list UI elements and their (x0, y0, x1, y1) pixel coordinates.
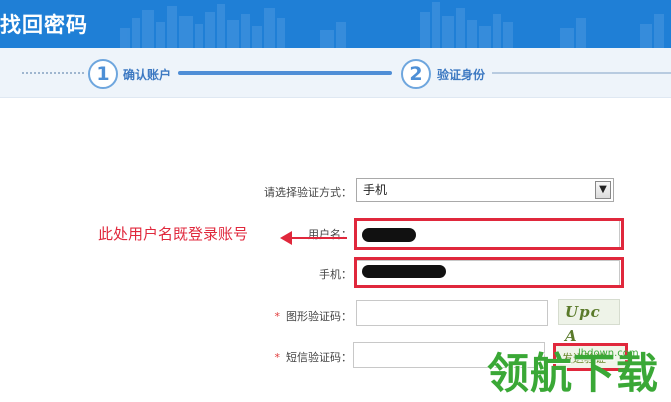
captcha-image[interactable]: Upc A (558, 299, 620, 345)
required-star: * (274, 351, 281, 364)
verify-method-label: 请选择验证方式： (264, 186, 352, 199)
username-redaction (362, 228, 416, 242)
chevron-down-icon[interactable]: ▼ (595, 181, 611, 199)
step-1-label: 确认账户 (123, 68, 172, 82)
watermark-url: lhdown.com (578, 348, 639, 359)
steps-connector-inactive (492, 72, 671, 74)
page-title: 找回密码 (0, 13, 88, 37)
page: 找回密码 1 确认账户 2 验证身份 请选择验证方式： 手机 ▼ 用户名： 此处… (0, 0, 671, 402)
annotation-text: 此处用户名既登录账号 (98, 225, 249, 243)
username-label: 用户名： (308, 228, 352, 241)
steps-start-dots (22, 72, 84, 74)
verify-method-value: 手机 (363, 183, 388, 197)
header-bar: 找回密码 (0, 0, 671, 48)
step-2-number: 2 (401, 59, 431, 89)
skyline-decoration (120, 2, 664, 48)
step-1-number: 1 (88, 59, 118, 89)
sms-code-label: * 短信验证码： (274, 351, 353, 364)
image-code-label: * 图形验证码： (274, 310, 353, 323)
verify-method-select[interactable]: 手机 ▼ (356, 178, 614, 202)
steps-progress-bar: 1 确认账户 2 验证身份 (0, 48, 671, 98)
step-2-label: 验证身份 (437, 68, 486, 82)
steps-connector-active (178, 71, 392, 75)
phone-label: 手机： (319, 268, 352, 281)
image-code-input[interactable] (356, 300, 548, 326)
phone-redaction (362, 265, 446, 278)
annotation-arrow-line (289, 237, 347, 239)
required-star: * (274, 310, 281, 323)
